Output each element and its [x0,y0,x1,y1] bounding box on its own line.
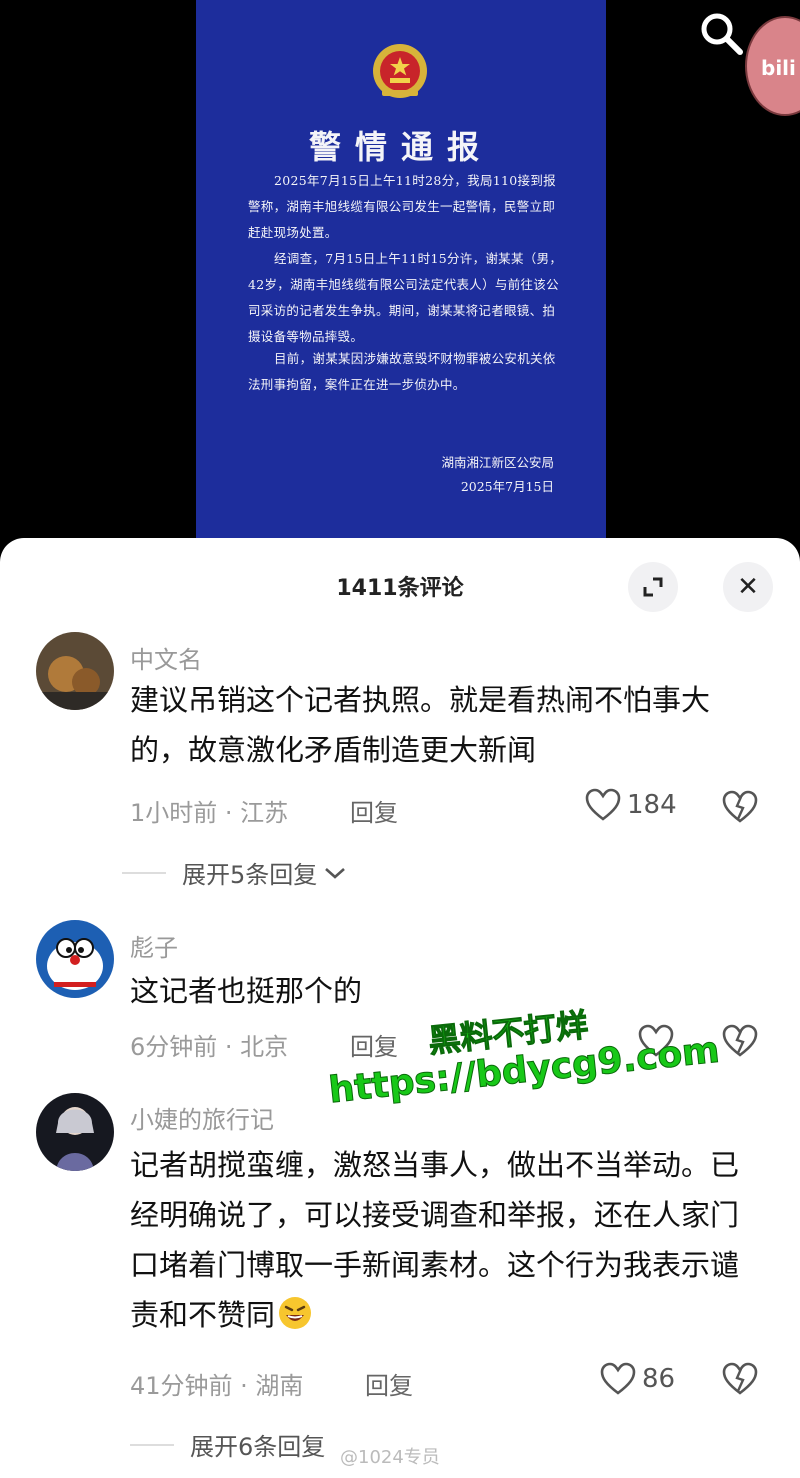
close-icon: ✕ [737,572,759,602]
notice-paragraph-3: 目前，谢某某因涉嫌故意毁坏财物罪被公安机关依法刑事拘留，案件正在进一步侦办中。 [248,351,556,392]
close-panel-button[interactable]: ✕ [723,562,773,612]
comment-time-location: 6分钟前 · 北京 [130,1033,289,1061]
divider [122,871,166,874]
like-button[interactable]: 86 [600,1362,675,1396]
comment-text: 这记者也挺那个的 [130,974,363,1008]
like-count: 184 [627,790,677,820]
expand-replies-button[interactable]: 展开6条回复 [130,1427,325,1462]
chevron-down-icon [325,867,346,879]
avatar[interactable] [36,632,114,710]
like-button[interactable]: 184 [585,788,677,822]
dislike-icon[interactable] [722,1362,758,1396]
commenter-name[interactable]: 小婕的旅行记 [130,1100,274,1135]
divider [130,1443,174,1446]
reply-button[interactable]: 回复 [350,1027,398,1062]
reply-button[interactable]: 回复 [350,793,398,828]
notice-date: 2025年7月15日 [460,479,554,494]
police-emblem-icon [373,44,427,98]
comments-count-title: 1411条评论 [336,576,464,601]
commenter-name[interactable]: 彪子 [130,928,178,963]
avatar[interactable] [36,1093,114,1171]
notice-paragraph-1: 2025年7月15日上午11时28分，我局110接到报警称，湖南丰旭线缆有限公司… [248,173,556,240]
avatar[interactable] [36,920,114,998]
comment-text: 建议吊销这个记者执照。就是看热闹不怕事大的，故意激化矛盾制造更大新闻 [130,683,711,767]
expand-panel-button[interactable] [628,562,678,612]
commenter-name[interactable]: 中文名 [130,640,202,675]
avatar-image [36,920,114,998]
grinning-emoji-icon [279,1297,312,1329]
comment-time-location: 1小时前 · 江苏 [130,799,289,827]
expand-icon [643,577,663,597]
expand-replies-button[interactable]: 展开5条回复 [122,855,347,890]
police-notice-image: 警情通报 2025年7月15日上午11时28分，我局110接到报警称，湖南丰旭线… [196,0,606,545]
search-icon[interactable] [698,10,746,58]
comment-text: 记者胡搅蛮缠，激怒当事人，做出不当举动。已经明确说了，可以接受调查和举报，还在人… [130,1140,760,1340]
bili-badge[interactable]: bili [745,16,800,116]
like-count: 86 [642,1364,676,1394]
reply-button[interactable]: 回复 [365,1366,413,1401]
comment-text-content: 记者胡搅蛮缠，激怒当事人，做出不当举动。已经明确说了，可以接受调查和举报，还在人… [130,1148,740,1332]
heart-icon [585,788,621,821]
avatar-image [36,1093,114,1171]
source-credit: @1024专员 [340,1447,440,1468]
notice-title: 警情通报 [308,128,493,166]
video-player[interactable]: 警情通报 2025年7月15日上午11时28分，我局110接到报警称，湖南丰旭线… [0,0,800,560]
expand-replies-label: 展开5条回复 [182,861,318,889]
heart-icon [600,1362,636,1395]
dislike-icon[interactable] [722,790,758,824]
notice-signature: 湖南湘江新区公安局 [441,455,554,470]
notice-paragraph-2: 经调查，7月15日上午11时15分许，谢某某（男，42岁，湖南丰旭线缆有限公司法… [248,251,563,344]
avatar-image [36,632,114,710]
expand-replies-label: 展开6条回复 [190,1433,326,1461]
comment-time-location: 41分钟前 · 湖南 [130,1372,304,1400]
dislike-icon[interactable] [722,1024,758,1058]
